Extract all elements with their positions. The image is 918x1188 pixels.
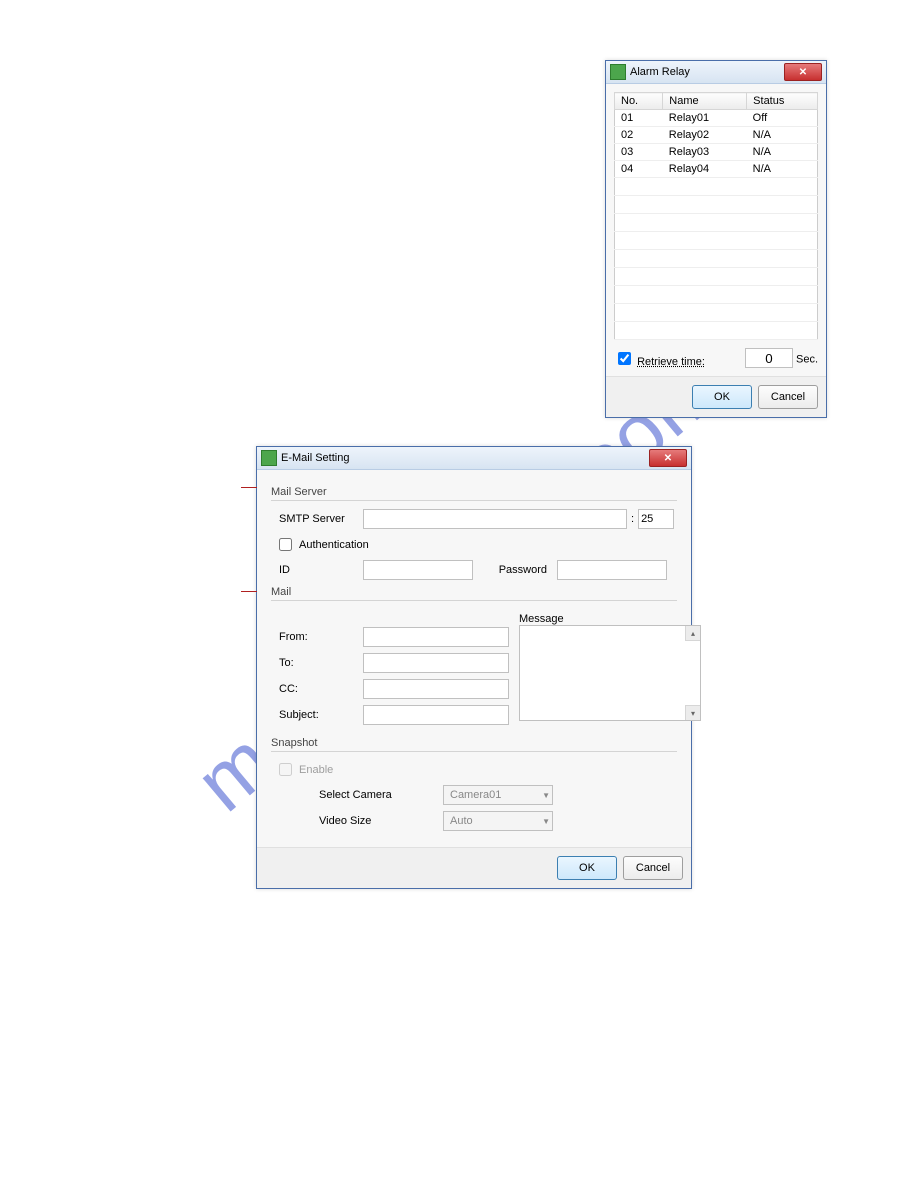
close-icon[interactable]: ✕ [784, 63, 822, 81]
scroll-down-icon[interactable]: ▾ [685, 705, 700, 720]
cell-status: N/A [747, 144, 818, 161]
chevron-down-icon: ▼ [542, 791, 550, 800]
close-icon[interactable]: ✕ [649, 449, 687, 467]
table-row [615, 268, 818, 286]
email-body: Mail Server SMTP Server : Authentication… [257, 470, 691, 847]
password-label: Password [477, 564, 553, 576]
cell-name: Relay01 [663, 110, 747, 127]
cell-name: Relay02 [663, 127, 747, 144]
alarm-buttons: OK Cancel [606, 376, 826, 417]
table-row [615, 196, 818, 214]
video-size-dropdown[interactable]: Auto ▼ [443, 811, 553, 831]
app-icon [261, 450, 277, 466]
cell-status: N/A [747, 127, 818, 144]
enable-label: Enable [299, 764, 333, 776]
alarm-relay-dialog: Alarm Relay ✕ No. Name Status 01 Relay01… [605, 60, 827, 418]
cell-status: N/A [747, 161, 818, 178]
cell-name: Relay04 [663, 161, 747, 178]
subject-label: Subject: [271, 709, 359, 721]
smtp-label: SMTP Server [271, 513, 359, 525]
table-row[interactable]: 03 Relay03 N/A [615, 144, 818, 161]
table-row[interactable]: 01 Relay01 Off [615, 110, 818, 127]
table-row [615, 232, 818, 250]
retrieve-input[interactable] [745, 348, 793, 368]
email-buttons: OK Cancel [257, 847, 691, 888]
to-label: To: [271, 657, 359, 669]
retrieve-row: Retrieve time: Sec. [614, 348, 818, 368]
email-setting-dialog: E-Mail Setting ✕ Mail Server SMTP Server… [256, 446, 692, 889]
table-row [615, 250, 818, 268]
retrieve-label: Retrieve time: [637, 356, 705, 368]
subject-input[interactable] [363, 705, 509, 725]
cell-name: Relay03 [663, 144, 747, 161]
col-status[interactable]: Status [747, 93, 818, 110]
divider [271, 751, 677, 752]
app-icon [610, 64, 626, 80]
smtp-input[interactable] [363, 509, 627, 529]
port-sep: : [631, 513, 634, 525]
password-input[interactable] [557, 560, 667, 580]
section-mail: Mail [271, 586, 677, 598]
from-input[interactable] [363, 627, 509, 647]
cancel-button[interactable]: Cancel [623, 856, 683, 880]
section-mailserver: Mail Server [271, 486, 677, 498]
table-row [615, 322, 818, 340]
col-name[interactable]: Name [663, 93, 747, 110]
select-camera-dropdown[interactable]: Camera01 ▼ [443, 785, 553, 805]
video-size-value: Auto [450, 815, 473, 827]
alarm-table: No. Name Status 01 Relay01 Off 02 Relay0… [614, 92, 818, 340]
cell-no: 03 [615, 144, 663, 161]
divider [271, 600, 677, 601]
ok-button[interactable]: OK [692, 385, 752, 409]
table-row[interactable]: 02 Relay02 N/A [615, 127, 818, 144]
message-textarea[interactable]: ▴ ▾ [519, 625, 701, 721]
alarm-title: Alarm Relay [630, 66, 690, 78]
table-row [615, 214, 818, 232]
cc-label: CC: [271, 683, 359, 695]
id-input[interactable] [363, 560, 473, 580]
retrieve-checkbox[interactable] [618, 352, 631, 365]
auth-label: Authentication [299, 539, 369, 551]
cell-no: 04 [615, 161, 663, 178]
chevron-down-icon: ▼ [542, 817, 550, 826]
scroll-up-icon[interactable]: ▴ [685, 626, 700, 641]
table-row [615, 286, 818, 304]
select-camera-label: Select Camera [271, 789, 439, 801]
select-camera-value: Camera01 [450, 789, 501, 801]
cell-no: 02 [615, 127, 663, 144]
from-label: From: [271, 631, 359, 643]
cancel-button[interactable]: Cancel [758, 385, 818, 409]
auth-checkbox[interactable] [279, 538, 292, 551]
section-snapshot: Snapshot [271, 737, 677, 749]
cell-no: 01 [615, 110, 663, 127]
table-row [615, 304, 818, 322]
annotation-mark [241, 591, 257, 592]
retrieve-unit: Sec. [796, 354, 818, 366]
email-title: E-Mail Setting [281, 452, 349, 464]
to-input[interactable] [363, 653, 509, 673]
port-input[interactable] [638, 509, 674, 529]
cc-input[interactable] [363, 679, 509, 699]
video-size-label: Video Size [271, 815, 439, 827]
alarm-body: No. Name Status 01 Relay01 Off 02 Relay0… [606, 84, 826, 376]
ok-button[interactable]: OK [557, 856, 617, 880]
table-row [615, 178, 818, 196]
message-label: Message [519, 613, 701, 625]
col-no[interactable]: No. [615, 93, 663, 110]
email-titlebar: E-Mail Setting ✕ [257, 447, 691, 470]
alarm-titlebar: Alarm Relay ✕ [606, 61, 826, 84]
enable-checkbox[interactable] [279, 763, 292, 776]
cell-status: Off [747, 110, 818, 127]
annotation-mark [241, 487, 257, 488]
divider [271, 500, 677, 501]
id-label: ID [271, 564, 359, 576]
table-row[interactable]: 04 Relay04 N/A [615, 161, 818, 178]
